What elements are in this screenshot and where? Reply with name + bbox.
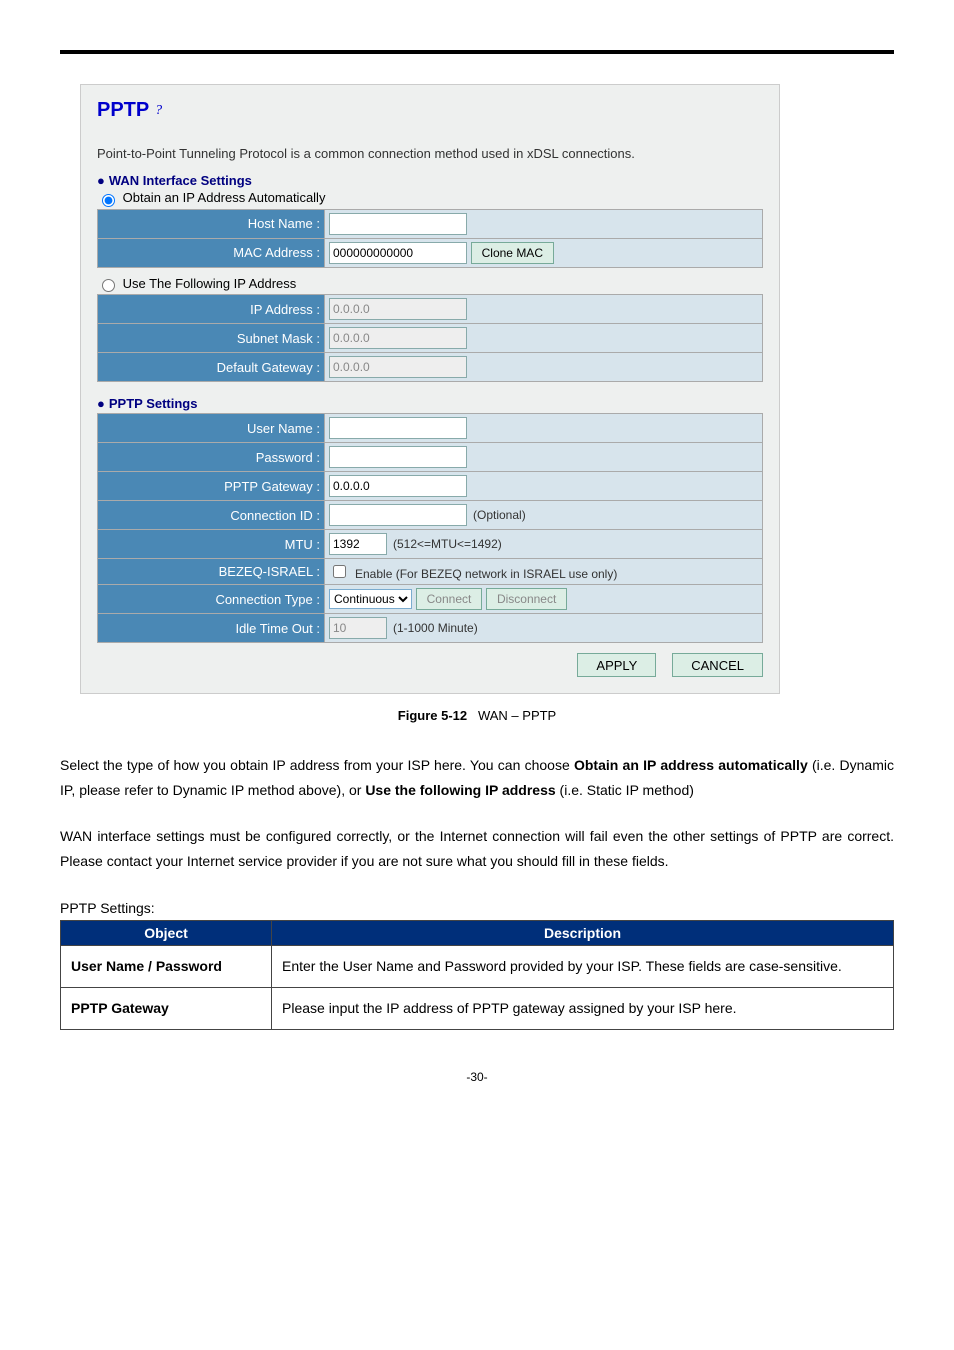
mac-address-cell: Clone MAC [325, 238, 763, 267]
cancel-button[interactable]: CANCEL [672, 653, 763, 677]
desc-cell: Enter the User Name and Password provide… [272, 945, 894, 987]
bullet-icon: ● [97, 173, 105, 188]
panel-intro: Point-to-Point Tunneling Protocol is a c… [97, 146, 763, 161]
pptp-gateway-label: PPTP Gateway : [98, 472, 325, 501]
col-object: Object [61, 920, 272, 945]
object-cell: PPTP Gateway [61, 988, 272, 1030]
ip-address-label: IP Address : [98, 295, 325, 324]
default-gateway-input [329, 356, 467, 378]
ip-address-input [329, 298, 467, 320]
host-name-label: Host Name : [98, 209, 325, 238]
host-name-input[interactable] [329, 213, 467, 235]
wan-interface-heading: ●WAN Interface Settings [97, 173, 763, 188]
wan-static-table: IP Address : Subnet Mask : Default Gatew… [97, 294, 763, 382]
mac-address-label: MAC Address : [98, 238, 325, 267]
connection-id-label: Connection ID : [98, 501, 325, 530]
idle-timeout-input [329, 617, 387, 639]
description-table: Object Description User Name / Password … [60, 920, 894, 1030]
bezeq-checkbox[interactable] [333, 565, 346, 578]
desc-cell: Please input the IP address of PPTP gate… [272, 988, 894, 1030]
table-row: User Name / Password Enter the User Name… [61, 945, 894, 987]
page-number: -30- [60, 1070, 894, 1084]
password-label: Password : [98, 443, 325, 472]
obtain-ip-auto-row[interactable]: Obtain an IP Address Automatically [97, 190, 763, 207]
pptp-panel: PPTP ? Point-to-Point Tunneling Protocol… [80, 84, 780, 694]
disconnect-button[interactable]: Disconnect [486, 588, 567, 610]
bezeq-hint: Enable (For BEZEQ network in ISRAEL use … [355, 567, 617, 581]
idle-timeout-label: Idle Time Out : [98, 614, 325, 643]
obtain-ip-auto-radio[interactable] [102, 194, 115, 207]
panel-title: PPTP [97, 99, 149, 121]
figure-caption: Figure 5-12 WAN – PPTP [60, 708, 894, 723]
connection-id-input[interactable] [329, 504, 467, 526]
obtain-ip-auto-label: Obtain an IP Address Automatically [123, 190, 326, 205]
password-input[interactable] [329, 446, 467, 468]
subnet-mask-label: Subnet Mask : [98, 324, 325, 353]
paragraph-2: WAN interface settings must be configure… [60, 824, 894, 874]
figure-label: Figure 5-12 [398, 708, 467, 723]
bezeq-label: BEZEQ-ISRAEL : [98, 559, 325, 585]
object-cell: User Name / Password [61, 945, 272, 987]
bullet-icon: ● [97, 396, 105, 411]
connection-type-select[interactable]: Continuous [329, 589, 412, 609]
default-gateway-label: Default Gateway : [98, 353, 325, 382]
apply-button[interactable]: APPLY [577, 653, 656, 677]
use-following-ip-row[interactable]: Use The Following IP Address [97, 276, 763, 293]
table-heading: PPTP Settings: [60, 900, 894, 916]
mac-address-input[interactable] [329, 242, 467, 264]
connection-id-hint: (Optional) [473, 508, 526, 522]
button-row: APPLY CANCEL [97, 653, 763, 677]
page-rule [60, 50, 894, 54]
col-description: Description [272, 920, 894, 945]
use-following-ip-radio[interactable] [102, 279, 115, 292]
pptp-settings-table: User Name : Password : PPTP Gateway : Co… [97, 413, 763, 643]
mtu-hint: (512<=MTU<=1492) [393, 537, 502, 551]
host-name-cell [325, 209, 763, 238]
user-name-input[interactable] [329, 417, 467, 439]
user-name-label: User Name : [98, 414, 325, 443]
clone-mac-button[interactable]: Clone MAC [471, 242, 554, 264]
pptp-gateway-input[interactable] [329, 475, 467, 497]
wan-auto-table: Host Name : MAC Address : Clone MAC [97, 209, 763, 268]
mtu-input[interactable] [329, 533, 387, 555]
subnet-mask-input [329, 327, 467, 349]
table-row: PPTP Gateway Please input the IP address… [61, 988, 894, 1030]
use-following-ip-label: Use The Following IP Address [123, 276, 297, 291]
connection-type-label: Connection Type : [98, 585, 325, 614]
connect-button[interactable]: Connect [416, 588, 483, 610]
help-icon[interactable]: ? [155, 103, 173, 121]
mtu-label: MTU : [98, 530, 325, 559]
figure-text: WAN – PPTP [478, 708, 556, 723]
idle-timeout-hint: (1-1000 Minute) [393, 621, 478, 635]
pptp-settings-heading: ●PPTP Settings [97, 396, 763, 411]
panel-title-row: PPTP ? [97, 99, 763, 122]
paragraph-1: Select the type of how you obtain IP add… [60, 753, 894, 803]
